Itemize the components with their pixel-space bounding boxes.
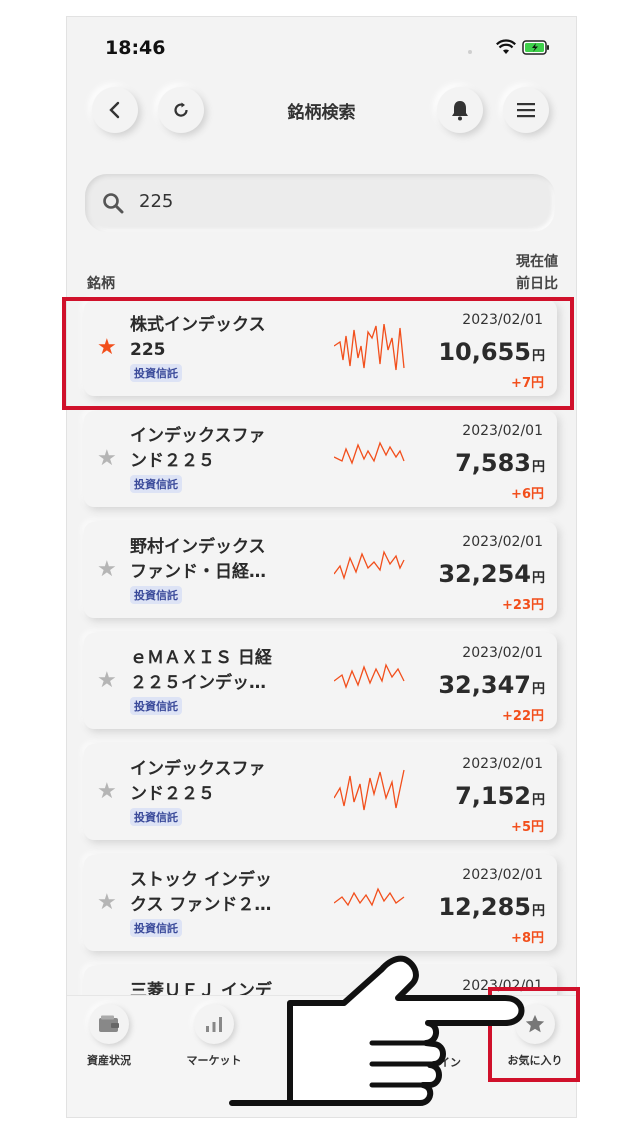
fund-type-badge: 投資信託 bbox=[130, 919, 182, 937]
fund-name-line2: ２２５インデッ… bbox=[130, 673, 266, 693]
price-unit: 円 bbox=[531, 904, 545, 919]
price-date: 2023/02/01 bbox=[462, 756, 543, 772]
sparkline-chart bbox=[334, 769, 405, 811]
notification-button[interactable] bbox=[437, 87, 483, 133]
tab-assets[interactable]: 資産状況 bbox=[67, 1004, 154, 1068]
highlight-box-first-fund bbox=[62, 297, 574, 410]
price-date: 2023/02/01 bbox=[462, 534, 543, 550]
search-icon bbox=[103, 193, 124, 214]
price-change: +6円 bbox=[511, 487, 544, 502]
fund-name-line1: インデックスファ bbox=[130, 426, 266, 446]
wallet-icon bbox=[89, 1004, 129, 1044]
fund-name-line1: ストック インデッ bbox=[130, 870, 272, 890]
current-price: 32,254円 bbox=[438, 560, 545, 588]
price-date: 2023/02/01 bbox=[462, 423, 543, 439]
fund-name: インデックスファ ンド２２５ bbox=[130, 424, 280, 474]
price-value: 32,347 bbox=[438, 671, 531, 699]
favorite-star-icon[interactable]: ★ bbox=[97, 559, 117, 581]
fund-type-badge: 投資信託 bbox=[130, 586, 182, 604]
fund-name-line2: ンド２２５ bbox=[130, 784, 215, 804]
price-change: +8円 bbox=[511, 931, 544, 946]
price-date: 2023/02/01 bbox=[462, 867, 543, 883]
fund-name: ストック インデッ クス ファンド２… bbox=[130, 868, 280, 918]
fund-card[interactable]: ★ インデックスファ ンド２２５ 投資信託 2023/02/01 7,583円 +6円 bbox=[84, 411, 557, 507]
tab-label: 資産状況 bbox=[87, 1054, 131, 1067]
price-unit: 円 bbox=[531, 571, 545, 586]
price-value: 7,583 bbox=[455, 449, 531, 477]
menu-button[interactable] bbox=[503, 87, 549, 133]
column-header-price: 現在値 前日比 bbox=[516, 251, 558, 295]
fund-name-line1: ｅＭＡＸＩＳ 日経 bbox=[130, 648, 272, 668]
price-unit: 円 bbox=[531, 793, 545, 808]
fund-name-line2: ンド２２５ bbox=[130, 451, 215, 471]
favorite-star-icon[interactable]: ★ bbox=[97, 670, 117, 692]
fund-name-line1: 野村インデックス bbox=[130, 537, 266, 557]
fund-type-badge: 投資信託 bbox=[130, 475, 182, 493]
price-date: 2023/02/01 bbox=[462, 645, 543, 661]
sparkline-path bbox=[334, 663, 405, 689]
price-value: 7,152 bbox=[455, 782, 531, 810]
price-value: 12,285 bbox=[438, 893, 531, 921]
current-price: 32,347円 bbox=[438, 671, 545, 699]
fund-name: インデックスファ ンド２２５ bbox=[130, 757, 280, 807]
sparkline-path bbox=[334, 887, 405, 907]
sparkline-path bbox=[334, 550, 405, 581]
fund-type-badge: 投資信託 bbox=[130, 697, 182, 715]
fund-name-line1: インデックスファ bbox=[130, 759, 266, 779]
fund-card[interactable]: ★ ストック インデッ クス ファンド２… 投資信託 2023/02/01 12,285円… bbox=[84, 855, 557, 951]
sparkline-path bbox=[334, 441, 405, 465]
fund-name: ｅＭＡＸＩＳ 日経 ２２５インデッ… bbox=[130, 646, 280, 696]
favorite-star-icon[interactable]: ★ bbox=[97, 781, 117, 803]
sparkline-chart bbox=[334, 441, 405, 465]
camera-dot bbox=[468, 50, 472, 54]
favorite-star-icon[interactable]: ★ bbox=[97, 448, 117, 470]
column-header-change: 前日比 bbox=[516, 276, 558, 292]
column-header-current-price: 現在値 bbox=[516, 254, 558, 270]
status-icons bbox=[496, 39, 550, 55]
fund-name-line2: ファンド・日経… bbox=[130, 562, 266, 582]
current-price: 7,583円 bbox=[455, 449, 545, 477]
bell-icon bbox=[452, 101, 468, 121]
menu-icon bbox=[517, 103, 535, 118]
column-header-name: 銘柄 bbox=[87, 276, 115, 292]
pointing-hand-icon bbox=[229, 955, 525, 1106]
battery-icon bbox=[522, 39, 549, 55]
search-input[interactable]: 225 bbox=[85, 174, 555, 232]
fund-card[interactable]: ★ インデックスファ ンド２２５ 投資信託 2023/02/01 7,152円 +5円 bbox=[84, 744, 557, 840]
search-value: 225 bbox=[139, 191, 174, 212]
fund-name: 野村インデックス ファンド・日経… bbox=[130, 535, 280, 585]
sparkline-chart bbox=[334, 663, 405, 689]
price-change: +22円 bbox=[502, 709, 544, 724]
page-title: 銘柄検索 bbox=[287, 103, 356, 123]
price-change: +5円 bbox=[511, 820, 544, 835]
current-price: 7,152円 bbox=[455, 782, 545, 810]
status-time: 18:46 bbox=[105, 37, 166, 59]
sparkline-chart bbox=[334, 550, 405, 581]
price-change: +23円 bbox=[502, 598, 544, 613]
price-unit: 円 bbox=[531, 682, 545, 697]
sparkline-path bbox=[334, 769, 405, 811]
fund-name-line2: クス ファンド２… bbox=[130, 895, 272, 915]
price-value: 32,254 bbox=[438, 560, 531, 588]
wifi-icon bbox=[496, 39, 516, 54]
current-price: 12,285円 bbox=[438, 893, 545, 921]
sparkline-chart bbox=[334, 887, 405, 907]
fund-card[interactable]: ★ 野村インデックス ファンド・日経… 投資信託 2023/02/01 32,254円 +2… bbox=[84, 522, 557, 618]
fund-type-badge: 投資信託 bbox=[130, 808, 182, 826]
fund-card[interactable]: ★ ｅＭＡＸＩＳ 日経 ２２５インデッ… 投資信託 2023/02/01 32,347円 +… bbox=[84, 633, 557, 729]
favorite-star-icon[interactable]: ★ bbox=[97, 892, 117, 914]
price-unit: 円 bbox=[531, 460, 545, 475]
